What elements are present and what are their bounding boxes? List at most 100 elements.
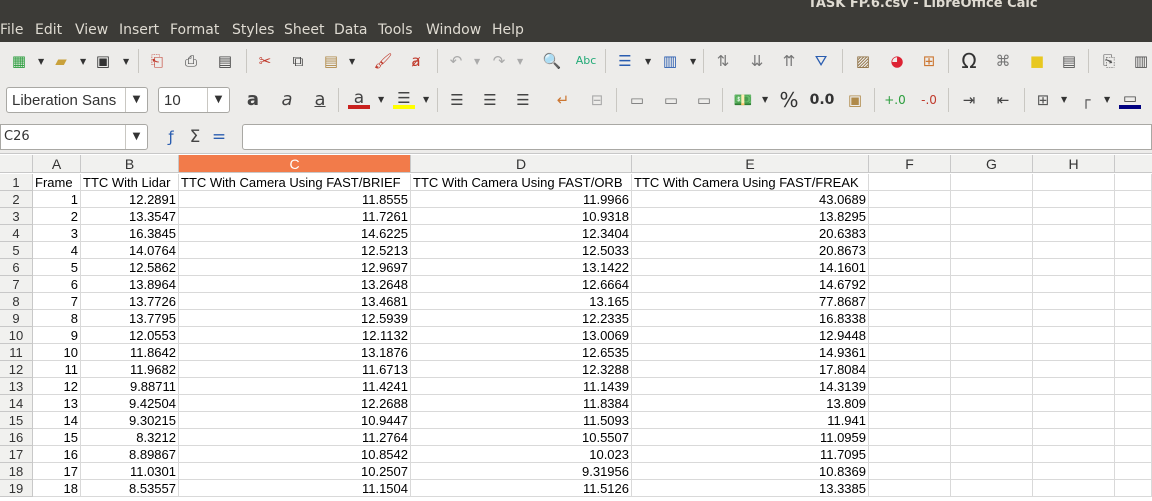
empty-cell[interactable]: [1033, 225, 1115, 242]
row-header[interactable]: 1: [0, 174, 33, 191]
empty-cell[interactable]: [869, 191, 951, 208]
data-cell[interactable]: 4: [33, 242, 81, 259]
data-cell[interactable]: 12.9448: [632, 327, 869, 344]
data-cell[interactable]: 11.0959: [632, 429, 869, 446]
menu-format[interactable]: Format: [170, 22, 219, 38]
data-cell[interactable]: 13: [33, 395, 81, 412]
data-cell[interactable]: 14.9361: [632, 344, 869, 361]
define-print-area-icon[interactable]: ⎘: [1098, 50, 1120, 72]
empty-cell[interactable]: [951, 225, 1033, 242]
data-cell[interactable]: 11.5126: [411, 480, 632, 497]
menu-edit[interactable]: Edit: [35, 22, 62, 38]
data-cell[interactable]: 8: [33, 310, 81, 327]
empty-cell[interactable]: [1033, 463, 1115, 480]
save-dropdown-icon[interactable]: ▼: [123, 57, 129, 66]
data-cell[interactable]: 14.6225: [179, 225, 411, 242]
data-cell[interactable]: 12.5939: [179, 310, 411, 327]
decrease-indent-icon[interactable]: ⇤: [992, 89, 1014, 111]
empty-cell[interactable]: [869, 208, 951, 225]
italic-icon[interactable]: a: [276, 89, 298, 111]
empty-cell[interactable]: [1033, 242, 1115, 259]
data-cell[interactable]: 13.809: [632, 395, 869, 412]
data-cell[interactable]: 13.8964: [81, 276, 179, 293]
comment-icon[interactable]: ■: [1026, 50, 1048, 72]
menu-view[interactable]: View: [75, 22, 108, 38]
empty-cell[interactable]: [951, 480, 1033, 497]
hyperlink-icon[interactable]: ⌘: [992, 50, 1014, 72]
row-header[interactable]: 19: [0, 480, 33, 497]
empty-cell[interactable]: [951, 395, 1033, 412]
empty-cell[interactable]: [1115, 378, 1152, 395]
data-cell[interactable]: 16.8338: [632, 310, 869, 327]
empty-cell[interactable]: [1115, 446, 1152, 463]
highlight-dropdown-icon[interactable]: ▼: [423, 95, 429, 104]
empty-cell[interactable]: [869, 242, 951, 259]
border-color-icon[interactable]: ▭: [1119, 87, 1141, 109]
data-cell[interactable]: 3: [33, 225, 81, 242]
align-left-icon[interactable]: ☰: [446, 89, 468, 111]
data-cell[interactable]: 11.6713: [179, 361, 411, 378]
empty-cell[interactable]: [869, 276, 951, 293]
empty-cell[interactable]: [1033, 191, 1115, 208]
font-name-box[interactable]: Liberation Sans ▼: [6, 87, 148, 113]
row-header[interactable]: 5: [0, 242, 33, 259]
header-cell[interactable]: TTC With Camera Using FAST/FREAK: [632, 174, 869, 191]
freeze-rows-icon[interactable]: ▥: [1130, 50, 1152, 72]
row-header[interactable]: 4: [0, 225, 33, 242]
select-all-corner[interactable]: [0, 155, 33, 173]
data-cell[interactable]: 13.3547: [81, 208, 179, 225]
highlight-color-icon[interactable]: ☰: [393, 87, 415, 109]
data-cell[interactable]: 12.3404: [411, 225, 632, 242]
empty-cell[interactable]: [951, 276, 1033, 293]
data-cell[interactable]: 77.8687: [632, 293, 869, 310]
data-cell[interactable]: 9.42504: [81, 395, 179, 412]
row-header[interactable]: 7: [0, 276, 33, 293]
empty-cell[interactable]: [1115, 480, 1152, 497]
header-cell[interactable]: TTC With Camera Using FAST/ORB: [411, 174, 632, 191]
data-cell[interactable]: 12.0553: [81, 327, 179, 344]
data-cell[interactable]: 16: [33, 446, 81, 463]
sort-descending-icon[interactable]: ⇈: [778, 50, 800, 72]
font-name-dropdown-icon[interactable]: ▼: [125, 88, 147, 112]
empty-cell[interactable]: [951, 412, 1033, 429]
sort-ascending-icon[interactable]: ⇊: [746, 50, 768, 72]
empty-cell[interactable]: [1115, 395, 1152, 412]
data-cell[interactable]: 8.53557: [81, 480, 179, 497]
row-header[interactable]: 9: [0, 310, 33, 327]
header-cell[interactable]: TTC With Camera Using FAST/BRIEF: [179, 174, 411, 191]
find-replace-icon[interactable]: 🔍: [541, 50, 563, 72]
empty-cell[interactable]: [1033, 395, 1115, 412]
data-cell[interactable]: 12.6535: [411, 344, 632, 361]
data-cell[interactable]: 43.0689: [632, 191, 869, 208]
redo-icon[interactable]: ↷: [488, 50, 510, 72]
empty-cell[interactable]: [1115, 327, 1152, 344]
header-cell[interactable]: Frame: [33, 174, 81, 191]
empty-cell[interactable]: [869, 174, 951, 191]
align-center-icon[interactable]: ☰: [479, 89, 501, 111]
column-header-b[interactable]: B: [81, 155, 179, 173]
data-cell[interactable]: 16.3845: [81, 225, 179, 242]
data-cell[interactable]: 14.0764: [81, 242, 179, 259]
font-color-icon[interactable]: a: [348, 87, 370, 109]
row-header[interactable]: 14: [0, 395, 33, 412]
wrap-text-icon[interactable]: ↵: [552, 89, 574, 111]
empty-cell[interactable]: [951, 293, 1033, 310]
column-header-a[interactable]: A: [33, 155, 81, 173]
borders-icon[interactable]: ⊞: [1032, 89, 1054, 111]
currency-dropdown-icon[interactable]: ▼: [762, 95, 768, 104]
empty-cell[interactable]: [869, 463, 951, 480]
empty-cell[interactable]: [951, 259, 1033, 276]
data-cell[interactable]: 10.8369: [632, 463, 869, 480]
data-cell[interactable]: 14.1601: [632, 259, 869, 276]
menu-tools[interactable]: Tools: [378, 22, 413, 38]
clone-formatting-icon[interactable]: 🖌: [372, 50, 394, 72]
empty-cell[interactable]: [951, 378, 1033, 395]
column-header-e[interactable]: E: [632, 155, 869, 173]
empty-cell[interactable]: [1115, 174, 1152, 191]
data-cell[interactable]: 10.5507: [411, 429, 632, 446]
data-cell[interactable]: 11.5093: [411, 412, 632, 429]
data-cell[interactable]: 12.1132: [179, 327, 411, 344]
menu-styles[interactable]: Styles: [232, 22, 274, 38]
bold-icon[interactable]: a: [242, 89, 264, 111]
row-header[interactable]: 16: [0, 429, 33, 446]
